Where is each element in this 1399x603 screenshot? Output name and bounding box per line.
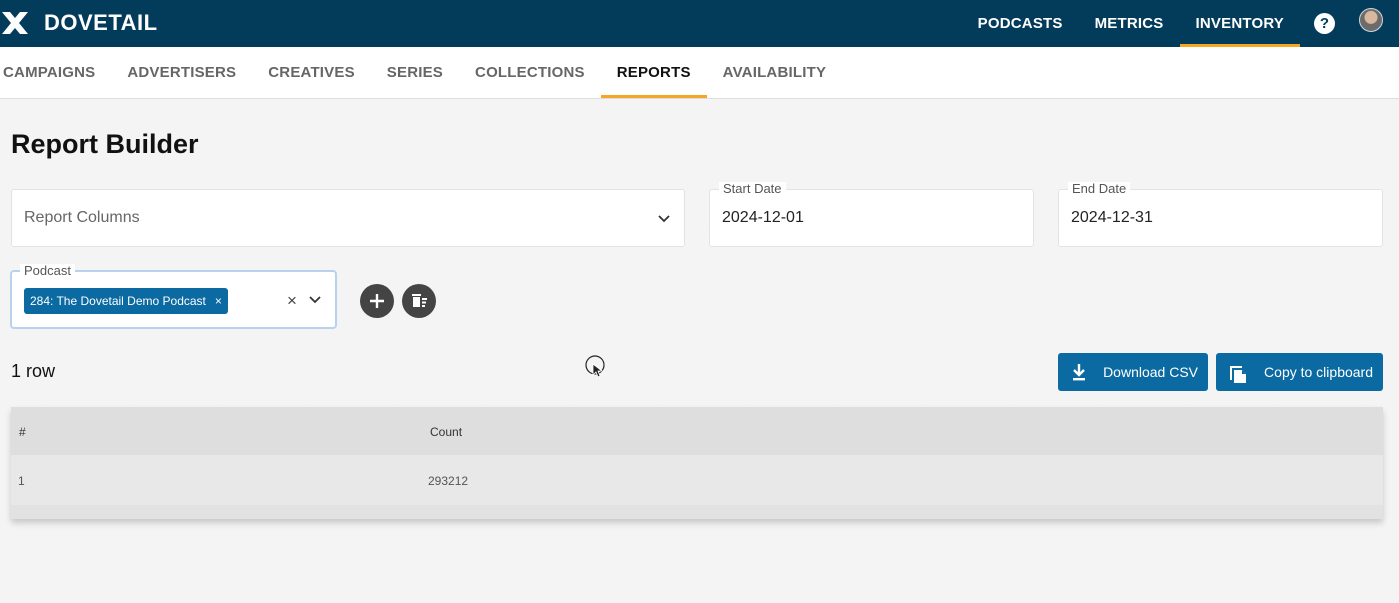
chip-remove-icon[interactable]: × xyxy=(215,294,222,308)
chevron-down-icon xyxy=(658,215,670,223)
brand-name: DOVETAIL xyxy=(44,10,158,35)
tab-collections[interactable]: COLLECTIONS xyxy=(459,47,601,98)
report-columns-select[interactable]: Report Columns xyxy=(11,189,685,247)
topnav-metrics[interactable]: METRICS xyxy=(1079,0,1180,47)
report-columns-placeholder: Report Columns xyxy=(24,209,140,226)
table-cell-index: 1 xyxy=(18,474,25,488)
table-row: 1 293212 xyxy=(11,455,1383,505)
tab-series[interactable]: SERIES xyxy=(371,47,459,98)
table-header-row: # Count xyxy=(11,407,1383,455)
mouse-cursor xyxy=(585,355,607,386)
chevron-down-icon[interactable] xyxy=(308,295,322,305)
add-filter-button[interactable] xyxy=(360,284,394,318)
top-app-bar: DOVETAIL PODCASTS METRICS INVENTORY ? xyxy=(0,0,1399,47)
start-date-field[interactable]: Start Date 2024-12-01 xyxy=(709,182,1034,247)
main-content: Report Builder Report Columns Start Date… xyxy=(0,99,1399,603)
logo[interactable]: DOVETAIL xyxy=(0,6,158,40)
results-table: # Count 1 293212 xyxy=(11,407,1383,519)
end-date-label: End Date xyxy=(1068,182,1131,196)
podcast-chip-label: 284: The Dovetail Demo Podcast xyxy=(30,294,206,308)
page-title: Report Builder xyxy=(11,129,199,159)
plus-icon xyxy=(370,294,384,308)
table-footer xyxy=(11,505,1383,519)
clear-icon[interactable]: × xyxy=(287,291,297,311)
table-cell-count: 293212 xyxy=(428,474,469,488)
download-csv-label: Download CSV xyxy=(1103,364,1198,380)
start-date-value: 2024-12-01 xyxy=(722,209,804,226)
column-header-count[interactable]: Count xyxy=(430,425,462,439)
copy-to-clipboard-button[interactable]: Copy to clipboard xyxy=(1216,353,1383,391)
dovetail-logo-icon xyxy=(0,8,30,38)
download-csv-button[interactable]: Download CSV xyxy=(1058,353,1208,391)
tab-campaigns[interactable]: CAMPAIGNS xyxy=(0,47,111,98)
tab-creatives[interactable]: CREATIVES xyxy=(252,47,371,98)
end-date-field[interactable]: End Date 2024-12-31 xyxy=(1058,182,1383,247)
end-date-value: 2024-12-31 xyxy=(1071,209,1153,226)
help-icon[interactable]: ? xyxy=(1314,13,1335,34)
topnav-podcasts[interactable]: PODCASTS xyxy=(962,0,1079,47)
tab-reports[interactable]: REPORTS xyxy=(600,47,707,98)
podcast-chip: 284: The Dovetail Demo Podcast × xyxy=(24,288,228,314)
clear-filters-button[interactable] xyxy=(402,284,436,318)
tab-advertisers[interactable]: ADVERTISERS xyxy=(111,47,252,98)
download-icon xyxy=(1073,364,1085,381)
start-date-label: Start Date xyxy=(719,182,786,196)
copy-icon xyxy=(1230,366,1246,383)
top-nav: PODCASTS METRICS INVENTORY ? xyxy=(962,0,1399,47)
delete-sweep-icon xyxy=(412,294,427,307)
podcast-label: Podcast xyxy=(20,264,75,278)
topnav-inventory[interactable]: INVENTORY xyxy=(1179,0,1301,47)
column-header-index[interactable]: # xyxy=(19,425,26,439)
tab-availability[interactable]: AVAILABILITY xyxy=(707,47,843,98)
user-avatar[interactable] xyxy=(1359,8,1383,32)
copy-to-clipboard-label: Copy to clipboard xyxy=(1264,364,1373,380)
sub-nav: CAMPAIGNS ADVERTISERS CREATIVES SERIES C… xyxy=(0,47,1399,99)
podcast-select[interactable]: Podcast 284: The Dovetail Demo Podcast ×… xyxy=(10,264,337,329)
row-count: 1 row xyxy=(11,361,56,381)
cursor-icon xyxy=(585,355,605,378)
